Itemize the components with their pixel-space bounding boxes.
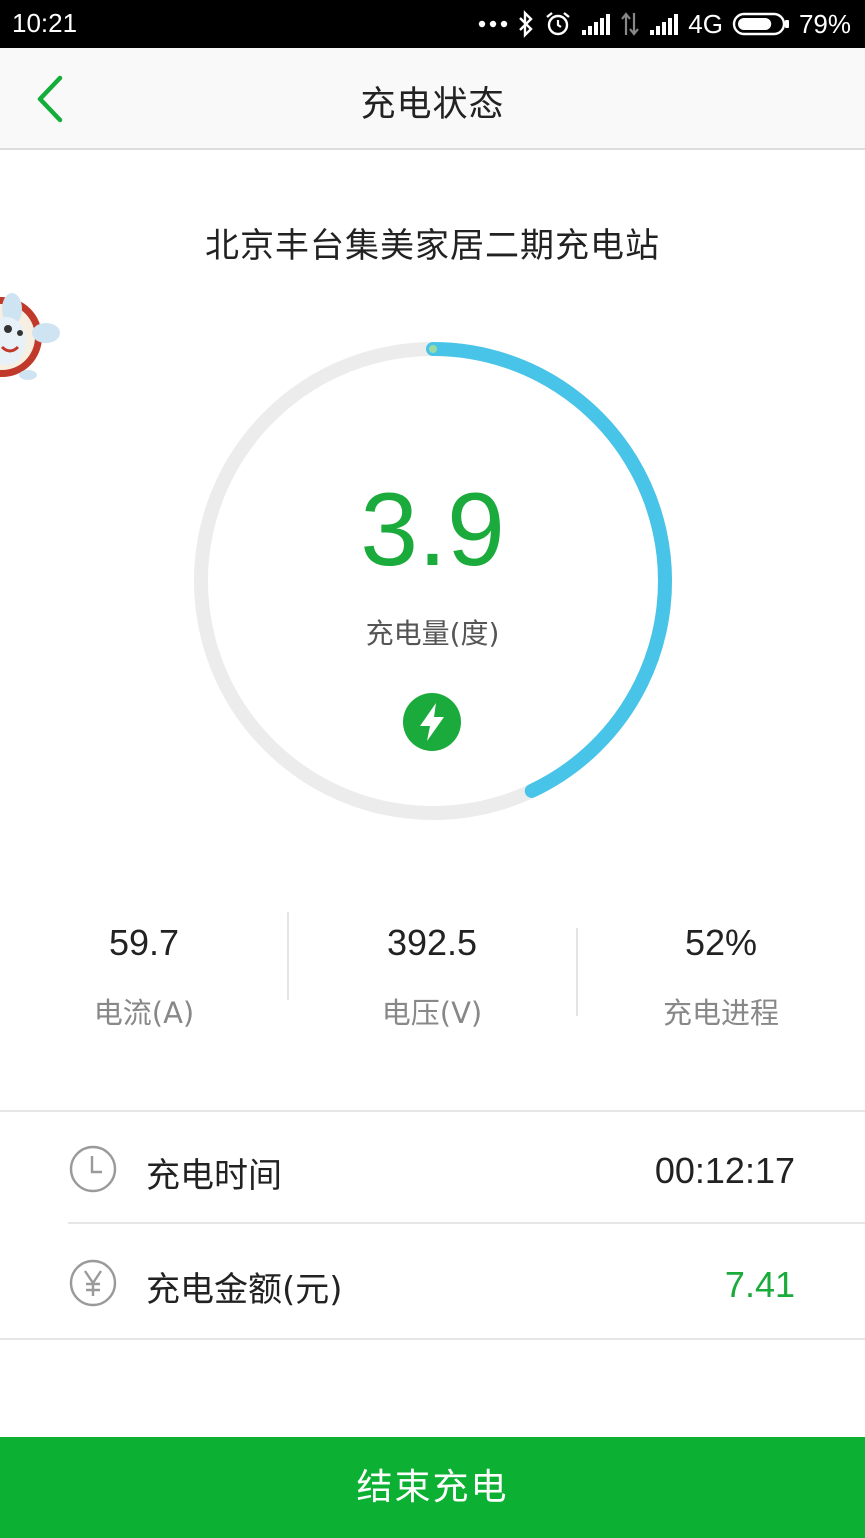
- nav-bar: 充电状态: [0, 48, 865, 150]
- progress-label: 充电进程: [662, 996, 779, 1030]
- status-bar: 10:21 4G 79%: [0, 0, 865, 48]
- more-dots-icon: [479, 20, 508, 28]
- voltage-value: 392.5: [386, 922, 478, 963]
- clock-icon: [69, 1145, 117, 1193]
- signal-icon-2: [650, 14, 679, 35]
- stat-progress: 52% 充电进程: [577, 900, 865, 1032]
- signal-icon: [582, 14, 611, 35]
- lightning-bolt-icon: [403, 693, 461, 751]
- stat-current: 59.7 电流(A): [0, 900, 288, 1032]
- battery-percent: 79%: [798, 8, 851, 39]
- current-value: 59.7: [108, 922, 180, 963]
- voltage-label: 电压(V): [381, 996, 483, 1030]
- status-time: 10:21: [12, 8, 78, 38]
- stat-voltage: 392.5 电压(V): [288, 900, 576, 1032]
- mascot-icon[interactable]: [0, 275, 62, 403]
- gauge-start-dot: [429, 345, 437, 353]
- charge-amount-value: 7.41: [724, 1264, 795, 1305]
- info-row-amount: 充电金额(元) 7.41: [0, 1226, 865, 1340]
- energy-value: 3.9: [360, 472, 505, 588]
- charging-status-screen: 10:21 4G 79% 充电状态 北京丰台集美家居二期充电站 3.9 充电量(…: [0, 0, 865, 1538]
- data-transfer-icon: [621, 12, 640, 36]
- alarm-icon: [546, 12, 571, 36]
- progress-value: 52%: [684, 922, 758, 963]
- bluetooth-icon: [519, 10, 533, 38]
- charging-stats: 59.7 电流(A) 392.5 电压(V) 52% 充电进程: [0, 900, 865, 1040]
- energy-label: 充电量(度): [365, 617, 500, 650]
- current-label: 电流(A): [93, 996, 195, 1030]
- network-type: 4G: [688, 8, 723, 39]
- battery-icon: [732, 12, 789, 36]
- station-name: 北京丰台集美家居二期充电站: [205, 226, 660, 266]
- page-title: 充电状态: [360, 85, 505, 125]
- charge-time-label: 充电时间: [146, 1156, 282, 1196]
- charge-amount-label: 充电金额(元): [146, 1270, 343, 1310]
- info-row-time: 充电时间 00:12:17: [0, 1112, 865, 1226]
- status-icons: 4G 79%: [478, 7, 851, 41]
- end-charging-button[interactable]: 结束充电: [0, 1437, 865, 1538]
- row-divider: [68, 1222, 865, 1224]
- yuan-icon: [69, 1259, 117, 1307]
- charge-time-value: 00:12:17: [654, 1150, 795, 1191]
- charging-info-list: 充电时间 00:12:17 充电金额(元) 7.41: [0, 1110, 865, 1340]
